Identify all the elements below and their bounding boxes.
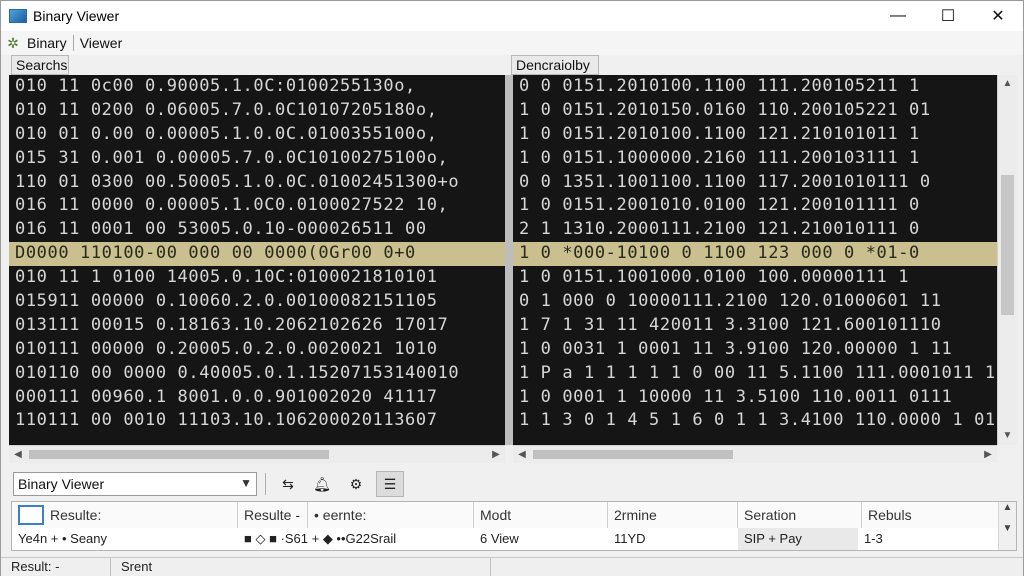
right-pane-header[interactable]: Dencraiolby (511, 55, 599, 75)
menu-bar: ✲ Binary Viewer (1, 31, 1023, 55)
binary-row[interactable]: 110 01 0300 00.50005.1.0.0C.01002451300+… (9, 171, 505, 195)
status-state: Srent (111, 558, 491, 576)
status-result: Result: - (1, 558, 111, 576)
scroll-down-arrow-icon[interactable]: ▼ (999, 523, 1016, 534)
binary-row[interactable]: 1 0 0001 1 10000 11 3.5100 110.0011 0111 (513, 386, 997, 410)
right-binary-pane[interactable]: 0 0 0151.2010100.1100 111.200105211 11 0… (513, 75, 997, 445)
minimize-button[interactable]: — (873, 1, 923, 31)
binary-row[interactable]: 0 1 000 0 10000111.2100 120.01000601 11 (513, 290, 997, 314)
binary-row[interactable]: 1 0 0151.2001010.0100 121.200101111 0 (513, 194, 997, 218)
binary-row[interactable]: 010111 00000 0.20005.0.2.0.0020021 1010 (9, 338, 505, 362)
binary-row[interactable]: 015 31 0.001 0.00005.7.0.0C10100275100o, (9, 147, 505, 171)
grid-scrollbar[interactable]: ▲ ▼ (998, 502, 1016, 550)
binary-row[interactable]: 015911 00000 0.10060.2.0.00100082151105 (9, 290, 505, 314)
table-row[interactable]: Ye4n + • Seany ■ ◇ ■ ·S61 + ◆ ••G22Srail… (12, 528, 1016, 550)
left-pane-header[interactable]: Searchs (11, 55, 69, 75)
toolbar-separator (265, 473, 266, 495)
window-title: Binary Viewer (33, 8, 120, 24)
cell-rebuls: 1-3 (864, 531, 883, 546)
binary-row[interactable]: 0 0 1351.1001100.1100 117.2001010111 0 (513, 171, 997, 195)
binary-row[interactable]: 010 11 1 0100 14005.0.10C:0100021810101 (9, 266, 505, 290)
left-binary-pane[interactable]: 010 11 0c00 0.90005.1.0C:0100255130o, 010… (9, 75, 505, 445)
toolbar: Binary Viewer ▼ ⇆ 🔔︎ ⚙ ☰ (1, 467, 1023, 501)
cell-details: ■ ◇ ■ ·S61 + ◆ ••G22Srail (244, 531, 397, 546)
filter-lines-icon[interactable]: ☰ (376, 471, 404, 497)
binary-row[interactable]: 010 11 0200 0.06005.7.0.0C10107205180o, (9, 99, 505, 123)
scroll-left-arrow-icon[interactable]: ◀ (11, 446, 25, 464)
window-controls: — ☐ ✕ (873, 1, 1023, 31)
binary-row[interactable]: 010110 00 0000 0.40005.0.1.1520715314001… (9, 362, 505, 386)
binary-row[interactable]: 000111 00960.1 8001.0.0.901002020 41117 (9, 386, 505, 410)
binary-row[interactable]: 1 0 0031 1 0001 11 3.9100 120.00000 1 11 (513, 338, 997, 362)
gear-plug-icon: ✲ (7, 35, 19, 51)
binary-row[interactable]: 1 0 0151.2010100.1100 121.210101011 1 (513, 123, 997, 147)
scroll-down-arrow-icon[interactable]: ▼ (998, 427, 1017, 445)
status-bar: Result: - Srent (1, 557, 1023, 576)
column-header-resulte-2[interactable]: Resulte - (238, 502, 308, 528)
menu-viewer[interactable]: Viewer (74, 35, 129, 51)
binary-row[interactable]: 1 0 0151.1001000.0100 100.00000111 1 (513, 266, 997, 290)
scroll-left-arrow-icon[interactable]: ◀ (515, 446, 529, 464)
cell-seration: SIP + Pay (738, 528, 858, 550)
column-header-rmine[interactable]: 2rmine (608, 502, 738, 528)
binary-row[interactable]: 0 0 0151.2010100.1100 111.200105211 1 (513, 75, 997, 99)
binary-row[interactable]: 1 0 0151.2010150.0160 110.200105221 01 (513, 99, 997, 123)
combo-value: Binary Viewer (18, 476, 105, 492)
column-header-modt[interactable]: Modt (474, 502, 608, 528)
swap-icon[interactable]: ⇆ (274, 471, 302, 497)
app-icon (9, 9, 27, 23)
cell-name: Ye4n + • Seany (18, 531, 108, 546)
binary-row[interactable]: 013111 00015 0.18163.10.2062102626 17017 (9, 314, 505, 338)
right-horizontal-scrollbar[interactable]: ◀ ▶ (513, 445, 997, 463)
title-bar: Binary Viewer — ☐ ✕ (1, 1, 1023, 31)
scroll-up-arrow-icon[interactable]: ▲ (998, 75, 1017, 93)
column-header-seration[interactable]: Seration (738, 502, 862, 528)
binary-viewer-window: Binary Viewer — ☐ ✕ ✲ Binary Viewer Sear… (0, 0, 1024, 576)
results-grid-header: Resulte: Resulte - • eernte: Modt 2rmine… (12, 502, 1016, 528)
cell-mode: 6 View (480, 531, 519, 546)
viewer-combo-box[interactable]: Binary Viewer ▼ (13, 472, 257, 496)
scroll-right-arrow-icon[interactable]: ▶ (489, 446, 503, 464)
binary-row[interactable]: 1 1 3 0 1 4 5 1 6 0 1 1 3.4100 110.0000 … (513, 409, 997, 433)
scroll-up-arrow-icon[interactable]: ▲ (999, 502, 1016, 513)
column-header-resulte[interactable]: Resulte: (12, 502, 238, 528)
highlighted-row[interactable]: D0000 110100-00 000 00 0000(0Gr00 0+0 (9, 242, 505, 267)
results-grid: Resulte: Resulte - • eernte: Modt 2rmine… (11, 501, 1017, 551)
pane-splitter[interactable] (505, 75, 513, 445)
binary-row[interactable]: 1 P a 1 1 1 1 1 0 00 11 5.1100 111.00010… (513, 362, 997, 386)
menu-binary[interactable]: Binary (21, 35, 73, 51)
vertical-scrollbar[interactable]: ▲ ▼ (997, 75, 1017, 445)
close-button[interactable]: ✕ (973, 1, 1023, 31)
vertical-scroll-thumb[interactable] (1001, 175, 1014, 315)
left-scroll-thumb[interactable] (29, 450, 329, 459)
binary-row[interactable]: 110111 00 0010 11103.10.106200020113607 (9, 409, 505, 433)
binary-row[interactable]: 1 0 0151.1000000.2160 111.200103111 1 (513, 147, 997, 171)
binary-row[interactable]: 016 11 0001 00 53005.0.10-000026511 00 (9, 218, 505, 242)
binary-row[interactable]: 010 11 0c00 0.90005.1.0C:0100255130o, (9, 75, 505, 99)
binary-row[interactable]: 010 01 0.00 0.00005.1.0.0C.0100355100o, (9, 123, 505, 147)
binary-row[interactable]: 1 7 1 31 11 420011 3.3100 121.600101110 (513, 314, 997, 338)
filter-gear-icon[interactable]: ⚙ (342, 471, 370, 497)
binary-row[interactable]: 2 1 1310.2000111.2100 121.210010111 0 (513, 218, 997, 242)
chevron-down-icon[interactable]: ▼ (240, 476, 252, 490)
column-header-eernte[interactable]: • eernte: (308, 502, 474, 528)
bell-icon[interactable]: 🔔︎ (308, 471, 336, 497)
maximize-button[interactable]: ☐ (923, 1, 973, 31)
binary-row[interactable]: 016 11 0000 0.00005.1.0C0.0100027522 10, (9, 194, 505, 218)
cell-time: 11YD (614, 531, 646, 546)
right-scroll-thumb[interactable] (533, 450, 733, 459)
left-horizontal-scrollbar[interactable]: ◀ ▶ (9, 445, 505, 463)
highlighted-row[interactable]: 1 0 *000-10100 0 1100 123 000 0 *01-0 (513, 242, 997, 267)
scroll-right-arrow-icon[interactable]: ▶ (981, 446, 995, 464)
column-header-rebuls[interactable]: Rebuls (862, 502, 998, 528)
column-label: Resulte: (50, 507, 102, 523)
select-all-checkbox[interactable] (18, 505, 44, 525)
